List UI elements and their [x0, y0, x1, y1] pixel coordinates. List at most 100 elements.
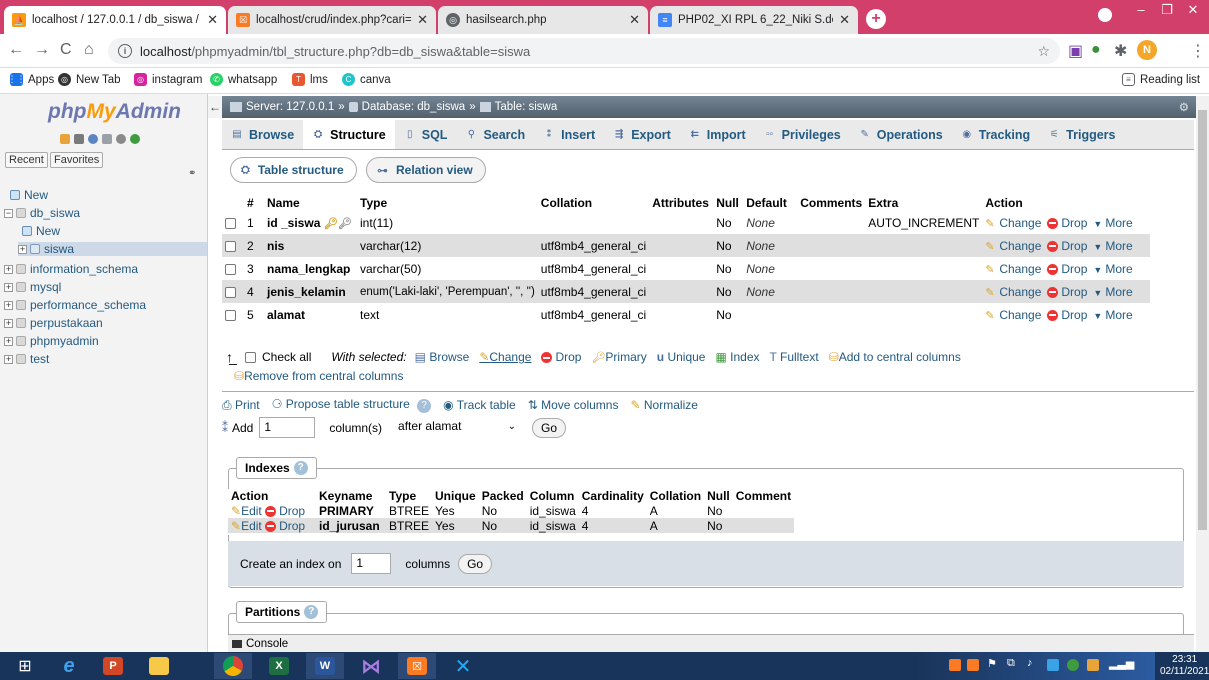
new-tab-button[interactable]: + — [866, 9, 886, 29]
home-icon[interactable] — [60, 134, 70, 144]
phpmyadmin-logo[interactable]: phpMyAdmin — [48, 100, 181, 124]
tab-triggers[interactable]: ⚟ Triggers — [1039, 120, 1124, 149]
docs-icon[interactable] — [102, 134, 112, 144]
subtab-table-structure[interactable]: ⛭ Table structure — [230, 157, 357, 183]
back-icon[interactable]: ← — [8, 41, 24, 59]
taskbar-ie[interactable]: e — [50, 653, 88, 679]
link-icon[interactable]: ⚭ — [188, 168, 196, 179]
close-tab-icon[interactable]: ✕ — [417, 12, 428, 28]
help-icon[interactable]: ? — [417, 399, 432, 413]
tree-item-db-siswa[interactable]: − db_siswa — [4, 206, 80, 220]
tree-item-mysql[interactable]: + mysql — [4, 280, 61, 294]
more-dropdown[interactable]: ▼ More — [1093, 216, 1132, 230]
drop-link[interactable]: Drop — [1047, 239, 1087, 253]
row-checkbox[interactable] — [225, 217, 236, 229]
bulk-browse[interactable]: ▤ Browse — [415, 350, 470, 364]
expand-icon[interactable]: + — [4, 354, 13, 364]
tray-app-icon[interactable] — [1047, 659, 1059, 671]
logout-icon[interactable] — [74, 134, 84, 144]
tree-item-db-siswa-new[interactable]: New — [22, 224, 60, 238]
reading-list-button[interactable]: ≡ Reading list — [1122, 73, 1200, 86]
close-tab-icon[interactable]: ✕ — [629, 12, 640, 28]
browser-tab-docx[interactable]: ≡ PHP02_XI RPL 6_22_Niki S.docx - ✕ — [650, 6, 858, 34]
drop-link[interactable]: Drop — [1047, 285, 1087, 299]
check-all-checkbox[interactable] — [245, 351, 256, 363]
taskbar-excel[interactable]: X — [260, 653, 298, 679]
reload-icon[interactable]: C — [60, 41, 72, 59]
bookmark-canva[interactable]: Ccanva — [342, 73, 391, 86]
address-bar[interactable]: i localhost/phpmyadmin/tbl_structure.php… — [108, 38, 1060, 64]
check-all-label[interactable]: Check all — [262, 350, 311, 364]
taskbar-vscode[interactable]: ✕ — [444, 653, 482, 679]
bulk-add-central[interactable]: ⛁Add to central columns — [829, 350, 961, 364]
tree-item-test[interactable]: + test — [4, 352, 49, 366]
bulk-primary[interactable]: 🔑︎Primary — [591, 350, 646, 364]
taskbar-xampp[interactable]: ☒ — [398, 653, 436, 679]
create-index-go-button[interactable]: Go — [458, 553, 493, 574]
row-checkbox[interactable] — [225, 240, 236, 252]
track-table-link[interactable]: ◉ Track table — [443, 398, 516, 412]
tab-browse[interactable]: ▤ Browse — [222, 120, 303, 149]
remove-central-columns-link[interactable]: ⛁Remove from central columns — [234, 369, 403, 383]
settings-gear-icon[interactable]: ⚙ — [1179, 100, 1189, 114]
gear-icon[interactable] — [116, 134, 126, 144]
bookmark-new-tab[interactable]: ◎ New Tab — [58, 73, 121, 86]
help-icon[interactable]: ? — [304, 605, 319, 619]
home-icon[interactable]: ⌂ — [84, 41, 94, 59]
bookmark-instagram[interactable]: ◎ instagram — [134, 73, 203, 86]
tab-sql[interactable]: ▯ SQL — [395, 120, 457, 149]
bulk-index[interactable]: ▦ Index — [715, 350, 759, 364]
drop-index-link[interactable]: Drop — [265, 519, 305, 533]
change-link[interactable]: ✎ Change — [985, 262, 1041, 276]
row-checkbox[interactable] — [225, 309, 236, 321]
expand-icon[interactable]: + — [4, 336, 13, 346]
breadcrumb-database[interactable]: Database: db_siswa — [362, 101, 466, 113]
tab-tracking[interactable]: ◉ Tracking — [952, 120, 1039, 149]
tree-item-information-schema[interactable]: + information_schema — [4, 262, 138, 276]
tray-app2-icon[interactable] — [1087, 659, 1099, 671]
profile-avatar[interactable]: N — [1137, 40, 1157, 60]
bulk-fulltext[interactable]: T Fulltext — [770, 350, 819, 364]
drop-link[interactable]: Drop — [1047, 216, 1087, 230]
drop-index-link[interactable]: Drop — [265, 504, 305, 518]
move-columns-link[interactable]: ⇅ Move columns — [528, 398, 619, 412]
forward-icon[interactable]: → — [34, 41, 50, 59]
expand-icon[interactable]: + — [4, 318, 13, 328]
close-window-button[interactable]: ✕ — [1178, 2, 1208, 18]
pocket-extension-icon[interactable]: ▣ — [1068, 41, 1083, 61]
favorites-button[interactable]: Favorites — [50, 152, 104, 168]
console-bar[interactable]: Console — [228, 634, 1194, 652]
taskbar-chrome[interactable] — [214, 653, 252, 679]
browser-tab-hasilsearch[interactable]: ◎ hasilsearch.php ✕ — [438, 6, 648, 34]
add-position-select[interactable]: after alamat ⌄ — [394, 417, 521, 438]
print-link[interactable]: ⎙ Print — [222, 398, 260, 413]
bookmark-apps[interactable]: ⋮⋮ Apps — [8, 73, 54, 86]
recent-button[interactable]: Recent — [5, 152, 48, 168]
taskbar-powerpoint[interactable]: P — [94, 653, 132, 679]
help-icon[interactable]: ? — [293, 461, 308, 475]
expand-icon[interactable]: + — [4, 282, 13, 292]
reload-icon[interactable] — [130, 134, 140, 144]
taskbar-explorer[interactable] — [140, 653, 178, 679]
taskbar-clock[interactable]: 23:31 02/11/2021 — [1160, 654, 1209, 678]
close-tab-icon[interactable]: ✕ — [207, 12, 218, 28]
extension-globe-icon[interactable]: ● — [1091, 41, 1101, 59]
tree-item-phpmyadmin[interactable]: + phpmyadmin — [4, 334, 99, 348]
bookmark-whatsapp[interactable]: ✆ whatsapp — [210, 73, 277, 86]
change-link[interactable]: ✎ Change — [985, 216, 1041, 230]
more-dropdown[interactable]: ▼ More — [1093, 308, 1132, 322]
expand-icon[interactable]: + — [18, 244, 27, 254]
scrollbar-thumb[interactable] — [1198, 110, 1207, 530]
bookmark-lms[interactable]: Tlms — [292, 73, 328, 86]
browser-tab-crud[interactable]: ☒ localhost/crud/index.php?cari=N ✕ — [228, 6, 436, 34]
normalize-link[interactable]: ✎ Normalize — [630, 398, 697, 412]
close-tab-icon[interactable]: ✕ — [839, 12, 850, 28]
tray-flag-icon[interactable]: ⚑ — [987, 657, 997, 670]
breadcrumb-table[interactable]: Table: siswa — [495, 101, 558, 113]
more-dropdown[interactable]: ▼ More — [1093, 239, 1132, 253]
tree-item-table-siswa[interactable]: + siswa — [18, 242, 207, 256]
tree-item-performance-schema[interactable]: + performance_schema — [4, 298, 146, 312]
edit-index-link[interactable]: ✎Edit — [231, 504, 262, 518]
breadcrumb-server[interactable]: Server: 127.0.0.1 — [246, 101, 334, 113]
tab-structure[interactable]: ⛭ Structure — [303, 120, 395, 149]
